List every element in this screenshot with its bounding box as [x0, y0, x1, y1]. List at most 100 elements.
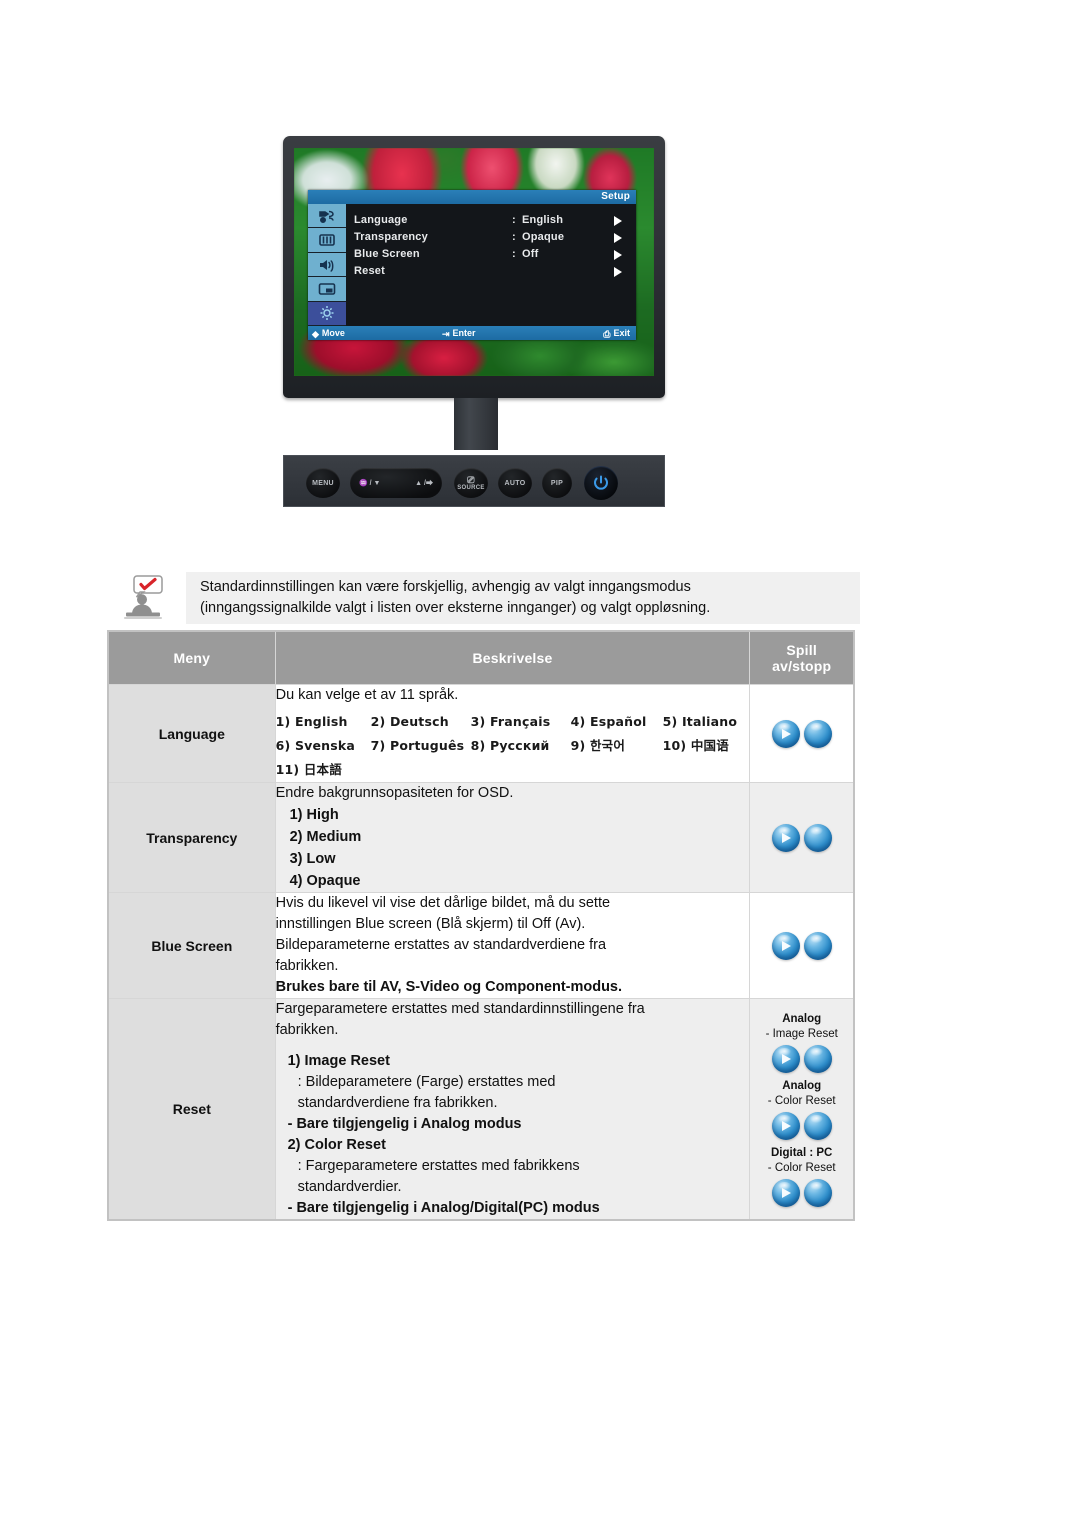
- setup-gear-icon[interactable]: [308, 301, 346, 327]
- stop-button-icon[interactable]: [803, 1178, 832, 1207]
- transparency-option: 2) Medium: [289, 829, 362, 845]
- stop-button-icon[interactable]: [803, 1111, 832, 1140]
- reset-spill-group: Analog - Image Reset: [750, 1012, 853, 1073]
- monitor-illustration: Setup Language: English Transparency: …: [283, 136, 673, 507]
- transparency-option: 3) Low: [289, 851, 336, 867]
- transparency-option: 4) Opaque: [289, 873, 361, 889]
- pip-icon[interactable]: [308, 277, 346, 302]
- osd-title-bar: Setup: [308, 190, 636, 204]
- spill-cell-transparency: [749, 782, 855, 893]
- setup-options-table: Meny Beskrivelse Spill av/stopp Language…: [107, 630, 855, 1221]
- auto-button[interactable]: AUTO: [498, 468, 532, 498]
- osd-item-colon: :: [512, 248, 516, 260]
- osd-item-transparency[interactable]: Transparency : Opaque: [354, 231, 636, 248]
- column-header-spill-line2: av/stopp: [772, 658, 832, 674]
- stop-button-icon[interactable]: [803, 823, 832, 852]
- transparency-intro-text: Endre bakgrunnsopasiteten for OSD.: [275, 785, 514, 801]
- description-cell-language: Du kan velge et av 11 språk. 1) English …: [274, 684, 751, 783]
- monitor-button-panel: MENU ♒ / ▼ ▲ /⮕ ⎚ SOURCE AUTO PIP: [283, 455, 665, 507]
- reset-item-desc-line: standardverdiene fra fabrikken.: [297, 1095, 498, 1111]
- reset-item-bold-note: - Bare tilgjengelig i Analog modus: [287, 1116, 522, 1132]
- sound-icon[interactable]: [308, 252, 346, 278]
- stop-button-icon[interactable]: [803, 931, 832, 960]
- osd-item-value: Off: [522, 248, 539, 260]
- monitor-screen: Setup Language: English Transparency: …: [294, 148, 654, 376]
- reset-spill-group-title: Analog: [782, 1079, 822, 1092]
- chevron-right-icon: [614, 233, 622, 243]
- play-button-icon[interactable]: [771, 1044, 800, 1073]
- note-person-check-icon: [120, 574, 168, 620]
- reset-spill-group-subtitle: - Color Reset: [767, 1094, 836, 1107]
- column-header-spill-line1: Spill: [786, 642, 817, 658]
- menu-cell-transparency: Transparency: [107, 782, 276, 893]
- pip-button[interactable]: PIP: [542, 468, 572, 498]
- stop-button-icon[interactable]: [803, 1044, 832, 1073]
- note-line-2: (inngangssignalkilde valgt i listen over…: [200, 600, 711, 616]
- play-button-icon[interactable]: [771, 823, 800, 852]
- table-row-transparency: Transparency Endre bakgrunnsopasiteten f…: [107, 782, 855, 893]
- language-list-row: 1) English 2) Deutsch 3) Français 4) Esp…: [276, 710, 750, 734]
- language-item: 5) Italiano: [662, 714, 738, 729]
- osd-item-blue-screen[interactable]: Blue Screen : Off: [354, 248, 636, 265]
- source-button[interactable]: ⎚ SOURCE: [454, 468, 488, 498]
- menu-cell-language: Language: [107, 684, 276, 783]
- stop-button-icon[interactable]: [803, 719, 832, 748]
- reset-spill-group: Analog - Color Reset: [750, 1079, 853, 1140]
- language-list-row: 11) 日本語: [276, 758, 750, 782]
- description-cell-transparency: Endre bakgrunnsopasiteten for OSD. 1) Hi…: [274, 782, 751, 893]
- osd-item-reset[interactable]: Reset: [354, 265, 636, 282]
- language-item: 7) Português: [370, 738, 465, 753]
- osd-item-value: Opaque: [522, 231, 565, 243]
- reset-spill-group-title: Digital : PC: [771, 1146, 833, 1159]
- osd-item-label: Language: [354, 214, 408, 226]
- menu-button[interactable]: MENU: [306, 468, 340, 498]
- osd-item-colon: :: [512, 231, 516, 243]
- blue-screen-paragraph-line: fabrikken.: [275, 958, 339, 974]
- spill-cell-language: [749, 684, 855, 783]
- reset-spill-group-subtitle: - Image Reset: [765, 1027, 838, 1040]
- spill-cell-blue-screen: [749, 892, 855, 999]
- language-item: 6) Svenska: [275, 738, 356, 753]
- power-button[interactable]: [584, 466, 618, 500]
- table-body: Language Du kan velge et av 11 språk. 1)…: [107, 684, 855, 1221]
- table-header-row: Meny Beskrivelse Spill av/stopp: [107, 630, 855, 685]
- language-item: 1) English: [275, 714, 348, 729]
- nav-up-button[interactable]: ▲ /⮕: [415, 478, 433, 488]
- play-button-icon[interactable]: [771, 1178, 800, 1207]
- osd-item-colon: :: [512, 214, 516, 226]
- reset-item-desc-line: : Bildeparametere (Farge) erstattes med: [297, 1074, 556, 1090]
- osd-title: Setup: [601, 191, 630, 202]
- language-item: 10) 中国语: [662, 738, 729, 753]
- reset-spill-group: Digital : PC - Color Reset: [750, 1146, 853, 1207]
- spill-cell-reset: Analog - Image Reset Analog - Color Rese…: [749, 998, 855, 1221]
- language-item: 2) Deutsch: [370, 714, 449, 729]
- language-list-row: 6) Svenska 7) Português 8) Русский 9) 한국…: [276, 734, 750, 758]
- reset-spill-group-title: Analog: [782, 1012, 822, 1025]
- nav-down-button[interactable]: ♒ / ▼: [359, 479, 380, 487]
- table-header: Meny Beskrivelse Spill av/stopp: [107, 630, 855, 685]
- power-icon: [594, 475, 608, 490]
- note-text-box: Standardinnstillingen kan være forskjell…: [186, 572, 860, 624]
- blue-screen-paragraph-line: Hvis du likevel vil vise det dårlige bil…: [275, 895, 611, 911]
- play-stop-buttons: [750, 1044, 853, 1073]
- osd-item-language[interactable]: Language : English: [354, 214, 636, 231]
- play-stop-buttons: [750, 1178, 853, 1207]
- language-item: 11) 日本語: [275, 762, 342, 777]
- play-button-icon[interactable]: [771, 1111, 800, 1140]
- source-glyph-icon: ⎚: [467, 474, 475, 485]
- osd-body: Language : English Transparency : Opaque: [308, 204, 636, 327]
- reset-paragraph-line: fabrikken.: [275, 1022, 339, 1038]
- osd-footer-enter: ⇥ Enter: [442, 326, 476, 341]
- play-stop-buttons: [750, 823, 853, 852]
- input-source-icon[interactable]: [308, 204, 346, 229]
- picture-icon[interactable]: [308, 228, 346, 253]
- blue-screen-bold-note: Brukes bare til AV, S-Video og Component…: [275, 979, 623, 995]
- navigation-buttons[interactable]: ♒ / ▼ ▲ /⮕: [350, 468, 442, 498]
- play-button-icon[interactable]: [771, 719, 800, 748]
- play-button-icon[interactable]: [771, 931, 800, 960]
- reset-item-bold-note: - Bare tilgjengelig i Analog/Digital(PC)…: [287, 1200, 600, 1216]
- language-item: 4) Español: [570, 714, 647, 729]
- monitor-bezel: Setup Language: English Transparency: …: [283, 136, 665, 398]
- osd-sidebar: [308, 204, 346, 327]
- reset-item-head: 1) Image Reset: [287, 1053, 390, 1069]
